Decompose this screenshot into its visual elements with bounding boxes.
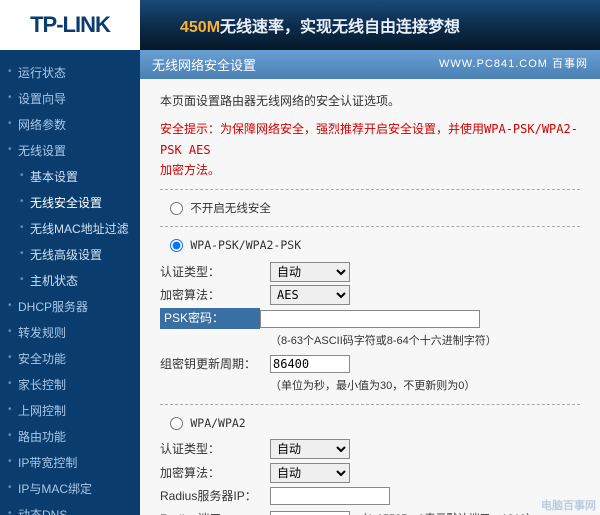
input-radius-ip[interactable] bbox=[270, 487, 390, 505]
brand-logo: TP-LINK bbox=[30, 12, 110, 38]
option-none[interactable]: 不开启无线安全 bbox=[170, 198, 580, 219]
row-cipher: 加密算法： AES bbox=[160, 285, 580, 305]
sidebar-item-4[interactable]: 基本设置 bbox=[0, 164, 140, 190]
select-cipher[interactable]: AES bbox=[270, 285, 350, 305]
label-psk: PSK密码： bbox=[160, 308, 260, 328]
select-auth[interactable]: 自动 bbox=[270, 262, 350, 282]
sidebar-item-11[interactable]: 安全功能 bbox=[0, 346, 140, 372]
security-warning: 安全提示：为保障网络安全，强烈推荐开启安全设置，并使用WPA-PSK/WPA2-… bbox=[160, 119, 580, 180]
sidebar-item-12[interactable]: 家长控制 bbox=[0, 372, 140, 398]
warn-prefix: 安全提示：为保障网络安全，强烈推荐开启安全设置，并使用 bbox=[160, 122, 484, 136]
radio-wpapsk[interactable] bbox=[170, 239, 183, 252]
option-wpa[interactable]: WPA/WPA2 bbox=[170, 413, 580, 434]
radio-none[interactable] bbox=[170, 202, 183, 215]
radio-wpapsk-label: WPA-PSK/WPA2-PSK bbox=[190, 238, 301, 252]
sidebar-item-10[interactable]: 转发规则 bbox=[0, 320, 140, 346]
sidebar-item-8[interactable]: 主机状态 bbox=[0, 268, 140, 294]
logo-container: TP-LINK bbox=[0, 0, 140, 50]
warn-suffix: 加密方法。 bbox=[160, 163, 220, 177]
row-cipher2: 加密算法： 自动 bbox=[160, 463, 580, 483]
radio-wpa-label: WPA/WPA2 bbox=[190, 416, 245, 430]
sidebar-item-0[interactable]: 运行状态 bbox=[0, 60, 140, 86]
label-cipher2: 加密算法： bbox=[160, 463, 270, 483]
sidebar-item-2[interactable]: 网络参数 bbox=[0, 112, 140, 138]
label-cipher: 加密算法： bbox=[160, 285, 270, 305]
divider bbox=[160, 189, 580, 190]
select-auth2[interactable]: 自动 bbox=[270, 439, 350, 459]
sidebar-item-16[interactable]: IP与MAC绑定 bbox=[0, 476, 140, 502]
main-layout: 运行状态设置向导网络参数无线设置基本设置无线安全设置无线MAC地址过滤无线高级设… bbox=[0, 50, 600, 515]
content-panel: 无线网络安全设置 WWW.PC841.COM 百事网 本页面设置路由器无线网络的… bbox=[140, 50, 600, 515]
row-auth2: 认证类型： 自动 bbox=[160, 439, 580, 459]
sidebar-item-3[interactable]: 无线设置 bbox=[0, 138, 140, 164]
sidebar-item-1[interactable]: 设置向导 bbox=[0, 86, 140, 112]
app-header: TP-LINK 450M无线速率，实现无线自由连接梦想 bbox=[0, 0, 600, 50]
label-radius-port: Radius端口： bbox=[160, 509, 270, 515]
slogan-text: 无线速率，实现无线自由连接梦想 bbox=[220, 19, 460, 36]
row-auth: 认证类型： 自动 bbox=[160, 262, 580, 282]
row-rekey: 组密钥更新周期： bbox=[160, 354, 580, 374]
label-rekey: 组密钥更新周期： bbox=[160, 354, 270, 374]
row-radius-ip: Radius服务器IP： bbox=[160, 486, 580, 506]
panel-title: 无线网络安全设置 bbox=[152, 55, 256, 74]
header-watermark: WWW.PC841.COM 百事网 bbox=[439, 55, 588, 74]
input-psk[interactable] bbox=[260, 310, 480, 328]
label-radius-ip: Radius服务器IP： bbox=[160, 486, 270, 506]
sidebar-item-13[interactable]: 上网控制 bbox=[0, 398, 140, 424]
sidebar-item-14[interactable]: 路由功能 bbox=[0, 424, 140, 450]
row-radius-port: Radius端口： （1-65535，0表示默认端口：1812） bbox=[160, 509, 580, 515]
sidebar-item-9[interactable]: DHCP服务器 bbox=[0, 294, 140, 320]
nav-sidebar: 运行状态设置向导网络参数无线设置基本设置无线安全设置无线MAC地址过滤无线高级设… bbox=[0, 50, 140, 515]
sidebar-item-17[interactable]: 动态DNS bbox=[0, 502, 140, 515]
sidebar-item-7[interactable]: 无线高级设置 bbox=[0, 242, 140, 268]
select-cipher2[interactable]: 自动 bbox=[270, 463, 350, 483]
panel-header: 无线网络安全设置 WWW.PC841.COM 百事网 bbox=[140, 50, 600, 79]
sidebar-item-15[interactable]: IP带宽控制 bbox=[0, 450, 140, 476]
sidebar-item-6[interactable]: 无线MAC地址过滤 bbox=[0, 216, 140, 242]
row-psk: PSK密码： bbox=[160, 308, 580, 328]
hint-radius-port: （1-65535，0表示默认端口：1812） bbox=[356, 510, 537, 515]
divider bbox=[160, 404, 580, 405]
input-rekey[interactable] bbox=[270, 355, 350, 373]
slogan-highlight: 450M bbox=[180, 19, 220, 36]
radio-none-label: 不开启无线安全 bbox=[190, 201, 271, 215]
hint-rekey: （单位为秒，最小值为30，不更新则为0） bbox=[270, 377, 580, 396]
hint-psk: （8-63个ASCII码字符或8-64个十六进制字符） bbox=[270, 332, 580, 351]
option-wpapsk[interactable]: WPA-PSK/WPA2-PSK bbox=[170, 235, 580, 256]
label-auth2: 认证类型： bbox=[160, 439, 270, 459]
panel-body: 本页面设置路由器无线网络的安全认证选项。 安全提示：为保障网络安全，强烈推荐开启… bbox=[140, 79, 600, 515]
label-auth: 认证类型： bbox=[160, 262, 270, 282]
divider bbox=[160, 226, 580, 227]
nav-list: 运行状态设置向导网络参数无线设置基本设置无线安全设置无线MAC地址过滤无线高级设… bbox=[0, 60, 140, 515]
header-slogan: 450M无线速率，实现无线自由连接梦想 bbox=[180, 13, 460, 37]
radio-wpa[interactable] bbox=[170, 417, 183, 430]
input-radius-port[interactable] bbox=[270, 511, 350, 515]
intro-text: 本页面设置路由器无线网络的安全认证选项。 bbox=[160, 91, 580, 111]
sidebar-item-5[interactable]: 无线安全设置 bbox=[0, 190, 140, 216]
